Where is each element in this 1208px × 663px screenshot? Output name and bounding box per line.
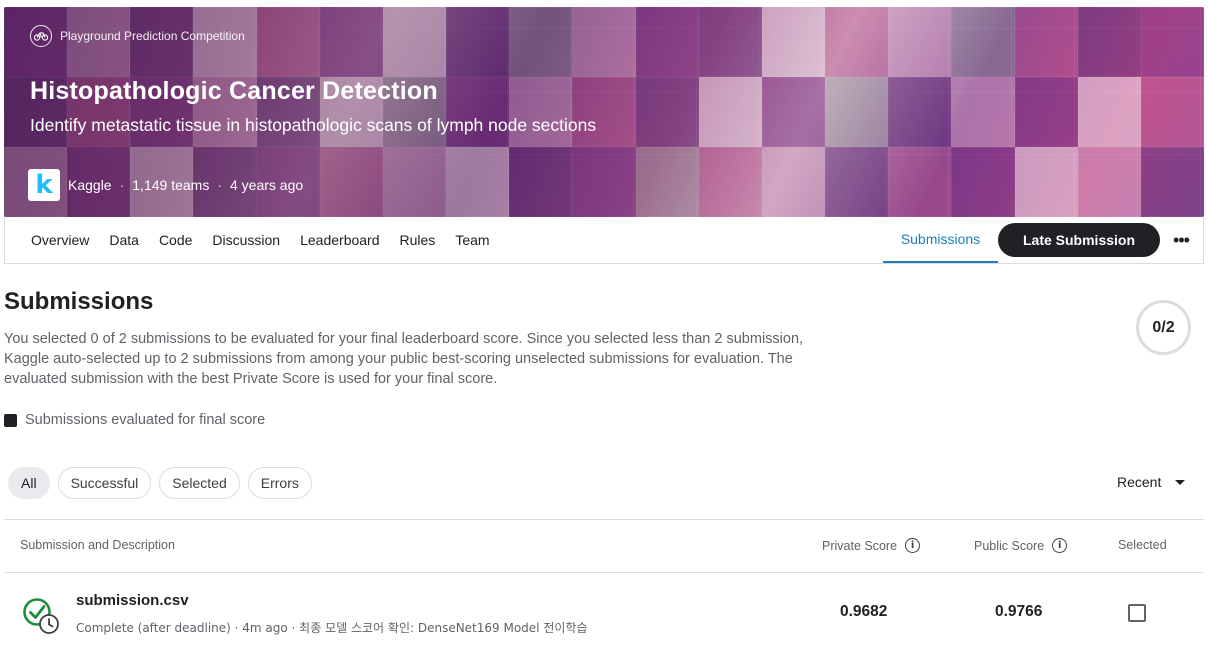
sort-label: Recent: [1117, 474, 1162, 490]
competition-type-label: Playground Prediction Competition: [60, 29, 245, 43]
private-score-value: 0.9682: [840, 603, 888, 620]
submission-filters: All Successful Selected Errors: [8, 467, 312, 499]
competition-subtitle: Identify metastatic tissue in histopatho…: [30, 115, 597, 135]
header-public-score: Public Score i: [974, 538, 1068, 553]
more-options-icon[interactable]: •••: [1168, 227, 1194, 253]
tab-discussion[interactable]: Discussion: [212, 217, 280, 263]
table-divider: [4, 519, 1204, 520]
tab-team[interactable]: Team: [455, 217, 489, 263]
sort-dropdown[interactable]: Recent: [1117, 474, 1186, 490]
tab-data[interactable]: Data: [109, 217, 139, 263]
tab-submissions[interactable]: Submissions: [883, 217, 998, 263]
tab-code[interactable]: Code: [159, 217, 192, 263]
info-icon[interactable]: i: [1052, 538, 1068, 553]
competition-tabbar: Overview Data Code Discussion Leaderboar…: [4, 217, 1204, 264]
submission-complete-late-icon: [23, 598, 59, 634]
info-icon[interactable]: i: [905, 538, 921, 553]
header-submission: Submission and Description: [20, 538, 175, 552]
legend-label: Submissions evaluated for final score: [25, 412, 266, 428]
tab-overview[interactable]: Overview: [31, 217, 89, 263]
competition-age: 4 years ago: [230, 177, 304, 193]
kaggle-logo-icon[interactable]: k: [28, 169, 60, 201]
submissions-description: You selected 0 of 2 submissions to be ev…: [4, 331, 804, 387]
submission-file-name[interactable]: submission.csv: [76, 592, 189, 609]
host-info: k Kaggle · 1,149 teams · 4 years ago: [28, 169, 303, 201]
header-selected: Selected: [1118, 538, 1167, 552]
table-divider: [4, 572, 1204, 573]
legend-swatch: [4, 413, 17, 427]
filter-successful[interactable]: Successful: [57, 467, 152, 499]
header-private-score: Private Score i: [822, 538, 921, 553]
selected-checkbox[interactable]: [1128, 604, 1146, 622]
final-score-legend: Submissions evaluated for final score: [4, 412, 265, 428]
filter-selected[interactable]: Selected: [159, 467, 240, 499]
tab-rules[interactable]: Rules: [400, 217, 436, 263]
public-score-value: 0.9766: [995, 603, 1043, 620]
selected-count-ring: 0/2: [1136, 300, 1191, 355]
filter-errors[interactable]: Errors: [247, 467, 312, 499]
competition-header-banner: Playground Prediction Competition Histop…: [4, 7, 1204, 217]
chevron-down-icon: [1175, 479, 1186, 485]
bicycle-icon: [30, 25, 52, 47]
tab-leaderboard[interactable]: Leaderboard: [300, 217, 379, 263]
host-name[interactable]: Kaggle: [68, 177, 112, 193]
submission-meta: Complete (after deadline) · 4m ago · 최종 …: [76, 621, 588, 635]
team-count: 1,149 teams: [132, 177, 210, 193]
filter-all[interactable]: All: [8, 467, 50, 499]
competition-title: Histopathologic Cancer Detection: [30, 77, 438, 105]
competition-type: Playground Prediction Competition: [30, 25, 245, 47]
late-submission-button[interactable]: Late Submission: [998, 223, 1160, 257]
page-title: Submissions: [4, 288, 154, 315]
